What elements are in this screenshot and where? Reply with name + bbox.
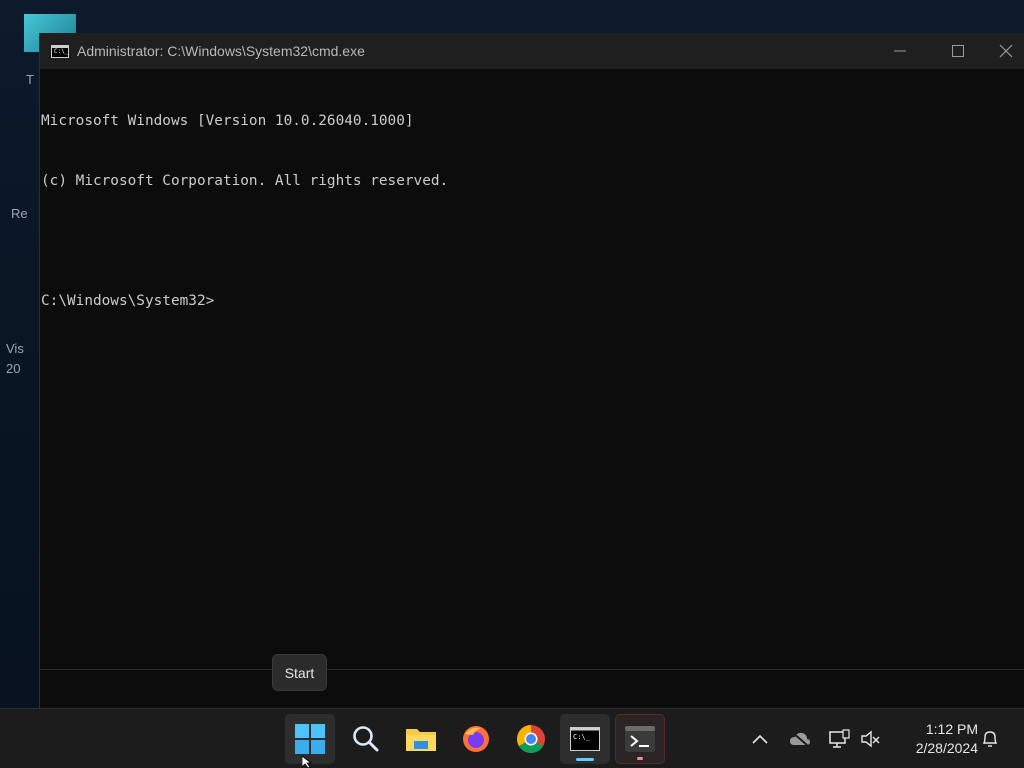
file-explorer-button[interactable] (396, 714, 446, 764)
svg-text:C:\_: C:\_ (573, 733, 591, 741)
chevron-up-icon (752, 734, 768, 744)
close-button[interactable] (987, 33, 1024, 69)
show-hidden-icons-button[interactable] (747, 726, 773, 752)
console-divider (40, 669, 1024, 670)
firefox-button[interactable] (451, 714, 501, 764)
maximize-icon (952, 45, 964, 57)
onedrive-button[interactable] (787, 726, 813, 752)
firefox-icon (463, 726, 489, 752)
desktop-label-fragment: T (26, 72, 34, 87)
chrome-button[interactable] (506, 714, 556, 764)
terminal-button[interactable] (615, 714, 665, 764)
bell-icon (982, 731, 998, 747)
folder-icon (406, 729, 436, 751)
desktop-label-fragment: 20 (6, 361, 21, 376)
cloud-offline-icon (790, 731, 810, 747)
network-button[interactable] (827, 726, 853, 752)
cmd-button[interactable]: C:\_ (560, 714, 610, 764)
network-icon (829, 729, 850, 748)
desktop-label-fragment: Vis (6, 341, 24, 356)
chrome-icon (517, 725, 545, 753)
running-indicator (637, 757, 643, 760)
window-title: Administrator: C:\Windows\System32\cmd.e… (77, 43, 365, 59)
notifications-button[interactable] (977, 726, 1003, 752)
console-output[interactable]: Microsoft Windows [Version 10.0.26040.10… (40, 71, 1024, 670)
windows-logo-icon (295, 724, 325, 754)
active-indicator (576, 758, 594, 761)
console-line: Microsoft Windows [Version 10.0.26040.10… (41, 113, 414, 129)
desktop-label-fragment: Re (11, 206, 28, 221)
volume-muted-icon (861, 730, 880, 748)
console-line: (c) Microsoft Corporation. All rights re… (41, 173, 449, 189)
volume-button[interactable] (858, 726, 884, 752)
search-icon (353, 726, 379, 752)
terminal-icon (625, 726, 655, 752)
minimize-button[interactable] (871, 33, 929, 69)
clock[interactable]: 1:12 PM 2/28/2024 (892, 720, 978, 758)
cmd-window[interactable]: C:\_ Administrator: C:\Windows\System32\… (39, 33, 1024, 708)
mouse-cursor-icon (302, 756, 312, 768)
console-prompt[interactable]: C:\Windows\System32> (41, 291, 1024, 311)
clock-time: 1:12 PM (925, 721, 978, 737)
clock-date: 2/28/2024 (915, 740, 978, 756)
maximize-button[interactable] (929, 33, 987, 69)
cmd-icon: C:\_ (570, 727, 600, 751)
search-button[interactable] (341, 714, 391, 764)
cmd-app-icon[interactable]: C:\_ (51, 45, 69, 58)
taskbar: C:\_ 1:12 PM 2/28/2024 (0, 708, 1024, 768)
close-icon (999, 44, 1013, 58)
minimize-icon (894, 50, 906, 52)
title-bar[interactable]: C:\_ Administrator: C:\Windows\System32\… (40, 33, 1024, 69)
start-tooltip: Start (272, 654, 327, 691)
